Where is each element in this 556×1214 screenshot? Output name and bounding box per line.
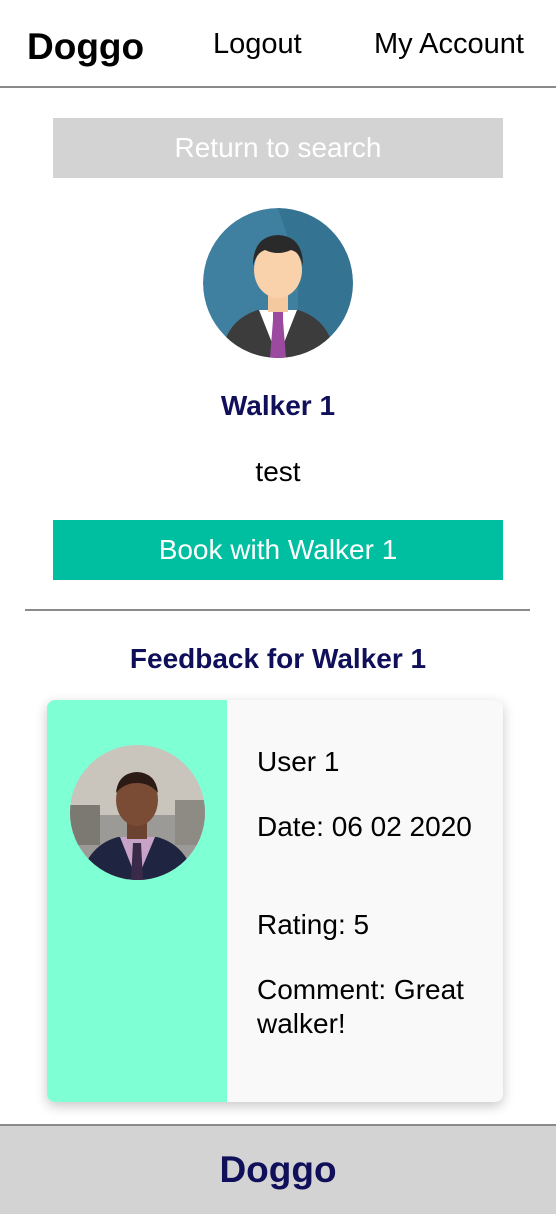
user-photo-icon (70, 745, 205, 880)
feedback-rating: Rating: 5 (257, 909, 370, 940)
logout-link[interactable]: Logout (213, 28, 302, 61)
book-walker-button[interactable]: Book with Walker 1 (53, 520, 503, 580)
return-to-search-button[interactable]: Return to search (53, 118, 503, 178)
walker-name: Walker 1 (220, 390, 336, 421)
top-navbar: Doggo Logout My Account (0, 0, 556, 88)
brand-logo[interactable]: Doggo (27, 26, 144, 68)
feedback-comment: Comment: Great walker! (257, 974, 464, 1039)
feedback-card-side (47, 700, 227, 1102)
footer: Doggo (0, 1124, 556, 1214)
user-avatar (70, 745, 205, 880)
feedback-card: User 1 Date: 06 02 2020 Rating: 5 Commen… (47, 700, 503, 1102)
feedback-user: User 1 (257, 746, 340, 777)
walker-avatar-icon (203, 208, 353, 358)
walker-avatar (203, 208, 353, 358)
page: Doggo Logout My Account Return to search… (0, 0, 556, 1214)
walker-description: test (255, 456, 301, 487)
feedback-heading: Feedback for Walker 1 (129, 643, 427, 674)
my-account-link[interactable]: My Account (374, 28, 524, 61)
feedback-date: Date: 06 02 2020 (257, 811, 472, 842)
section-divider (25, 609, 530, 611)
footer-brand: Doggo (219, 1149, 337, 1190)
